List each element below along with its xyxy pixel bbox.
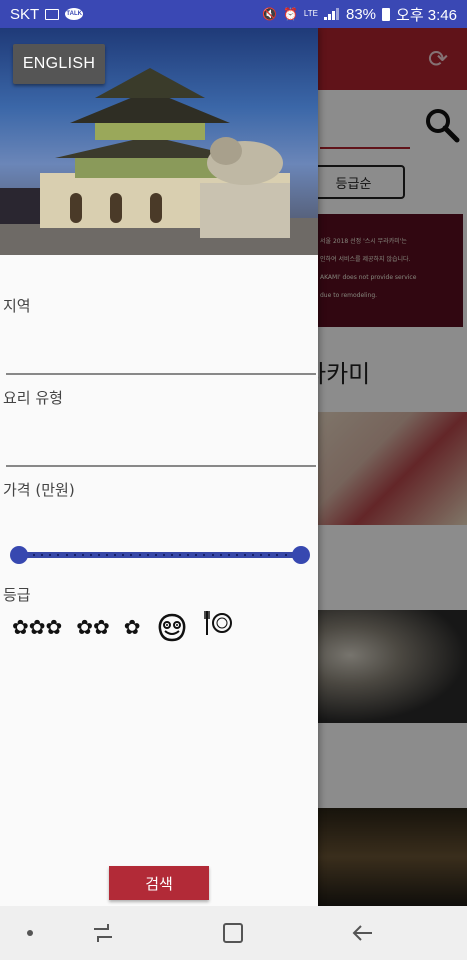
plate-icon[interactable] [203,608,233,645]
recents-icon[interactable] [92,922,114,944]
clock: 오후 3:46 [396,6,457,24]
slider-tick [146,554,149,556]
slider-tick [57,554,60,556]
slider-tick [252,554,255,556]
header-photo: ENGLISH [0,28,318,255]
grade-options: ✿✿✿ ✿✿ ✿ [12,608,233,645]
slider-tick [114,554,117,556]
slider-ticks [25,554,295,556]
slider-tick [227,554,230,556]
slider-tick [187,554,190,556]
slider-tick [122,554,125,556]
slider-tick [179,554,182,556]
slider-tick [203,554,206,556]
slider-tick [65,554,68,556]
one-star-option[interactable]: ✿ [124,611,141,643]
back-icon[interactable] [352,922,374,944]
status-bar: SKT TALK 🔇 ⏰ LTE 83% 오후 3:46 [0,0,467,28]
battery-icon [382,7,391,21]
picture-icon [45,8,60,20]
slider-tick [162,554,165,556]
slider-tick [243,554,246,556]
michelin-star-icon: ✿✿ [76,614,110,639]
home-icon[interactable] [223,923,243,943]
cuisine-label: 요리 유형 [3,389,63,407]
search-button[interactable]: 검색 [109,866,209,900]
slider-tick [260,554,263,556]
slider-tick [33,554,36,556]
carrier-label: SKT [10,5,40,23]
cuisine-input[interactable] [6,428,316,464]
slider-tick [268,554,271,556]
slider-tick [211,554,214,556]
region-input[interactable] [6,336,316,372]
grade-label: 등급 [3,586,31,604]
navigation-bar [0,906,467,960]
language-toggle-button[interactable]: ENGLISH [13,44,105,84]
slider-tick [154,554,157,556]
signal-icon [324,8,340,20]
price-min-handle[interactable] [10,546,28,564]
slider-tick [138,554,141,556]
slider-tick [97,554,100,556]
mute-icon: 🔇 [262,7,277,21]
slider-tick [49,554,52,556]
bib-gourmand-icon[interactable] [155,612,189,642]
network-label: LTE [303,9,318,18]
cuisine-underline [6,465,316,467]
slider-tick [106,554,109,556]
nav-indicator-dot [27,930,33,936]
slider-tick [130,554,133,556]
two-star-option[interactable]: ✿✿ [76,611,110,643]
region-underline [6,373,316,375]
filter-drawer: ENGLISH 지역 요리 유형 가격 (만원) 등급 ✿✿✿ ✿✿ ✿ 검색 [0,28,318,906]
price-label: 가격 (만원) [3,481,75,499]
talk-icon: TALK [65,8,84,20]
three-star-option[interactable]: ✿✿✿ [12,611,62,643]
slider-tick [276,554,279,556]
region-label: 지역 [3,297,31,315]
michelin-star-icon: ✿✿✿ [12,614,63,639]
slider-tick [284,554,287,556]
slider-tick [170,554,173,556]
slider-tick [73,554,76,556]
battery-percent: 83% [346,5,377,23]
slider-tick [219,554,222,556]
slider-tick [235,554,238,556]
price-max-handle[interactable] [292,546,310,564]
michelin-star-icon: ✿ [123,614,141,639]
alarm-icon: ⏰ [282,7,298,21]
slider-tick [81,554,84,556]
slider-tick [41,554,44,556]
slider-tick [89,554,92,556]
slider-tick [195,554,198,556]
